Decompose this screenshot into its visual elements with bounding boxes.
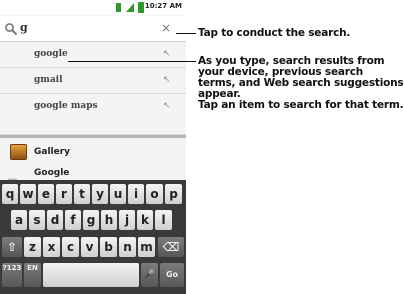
key-h[interactable]: h [101, 210, 117, 230]
suggestion-item[interactable]: google ↖ [0, 43, 186, 68]
suggestion-text: gmail [34, 75, 63, 85]
keyboard: q w e r t y u i o p a s d f g h j k l ⇧ … [0, 180, 186, 294]
clear-search-button[interactable]: × [159, 20, 173, 36]
search-bar[interactable]: g × [0, 16, 186, 42]
key-m[interactable]: m [138, 237, 155, 257]
key-g[interactable]: g [83, 210, 99, 230]
key-e[interactable]: e [38, 184, 54, 204]
gallery-icon [10, 144, 27, 160]
phone-screen: 10:27 AM g × google ↖ gmail ↖ google map… [0, 0, 186, 294]
space-bar[interactable] [43, 263, 139, 287]
key-k[interactable]: k [137, 210, 153, 230]
key-j[interactable]: j [119, 210, 135, 230]
signal-icon [126, 3, 134, 12]
key-a[interactable]: a [11, 210, 27, 230]
refine-arrow-icon[interactable]: ↖ [163, 75, 171, 85]
suggestion-text: google maps [34, 101, 98, 111]
key-d[interactable]: d [47, 210, 63, 230]
callout-line-search [176, 33, 196, 34]
key-t[interactable]: t [74, 184, 90, 204]
suggestion-text: google [34, 49, 68, 59]
suggestion-item[interactable]: gmail ↖ [0, 69, 186, 94]
key-v[interactable]: v [81, 237, 98, 257]
key-l[interactable]: l [155, 210, 172, 230]
app-result-gallery[interactable]: Gallery [0, 139, 186, 165]
status-bar: 10:27 AM [0, 0, 186, 15]
refine-arrow-icon[interactable]: ↖ [163, 49, 171, 59]
shift-key[interactable]: ⇧ [2, 237, 22, 257]
key-u[interactable]: u [110, 184, 126, 204]
refine-arrow-icon[interactable]: ↖ [163, 101, 171, 111]
app-result-google[interactable]: ⸏ Google [0, 166, 186, 181]
callout-line-suggestions [68, 61, 196, 62]
key-z[interactable]: z [24, 237, 41, 257]
key-y[interactable]: y [92, 184, 108, 204]
suggestion-item[interactable]: google maps ↖ [0, 95, 186, 135]
key-i[interactable]: i [128, 184, 144, 204]
go-key[interactable]: Go [160, 263, 184, 287]
key-n[interactable]: n [119, 237, 136, 257]
mic-key[interactable]: 🎤 [141, 263, 158, 287]
key-q[interactable]: q [2, 184, 18, 204]
search-input[interactable]: g [20, 21, 28, 34]
language-key[interactable]: EN [24, 263, 41, 287]
battery-icon [138, 2, 144, 13]
app-name: Google [34, 168, 70, 178]
key-x[interactable]: x [43, 237, 60, 257]
key-s[interactable]: s [29, 210, 45, 230]
key-o[interactable]: o [146, 184, 163, 204]
search-icon [5, 23, 18, 36]
section-divider [0, 135, 186, 138]
key-r[interactable]: r [56, 184, 72, 204]
status-time: 10:27 AM [144, 2, 182, 10]
callout-suggestions-line5: Tap an item to search for that term. [198, 99, 404, 111]
delete-key[interactable]: ⌫ [158, 237, 184, 257]
key-f[interactable]: f [65, 210, 81, 230]
key-b[interactable]: b [100, 237, 117, 257]
key-c[interactable]: c [62, 237, 79, 257]
app-name: Gallery [34, 147, 71, 157]
sim-icon [116, 3, 121, 12]
key-w[interactable]: w [20, 184, 36, 204]
key-p[interactable]: p [165, 184, 182, 204]
symbols-key[interactable]: ?123 [2, 263, 22, 287]
callout-search: Tap to conduct the search. [198, 27, 351, 39]
